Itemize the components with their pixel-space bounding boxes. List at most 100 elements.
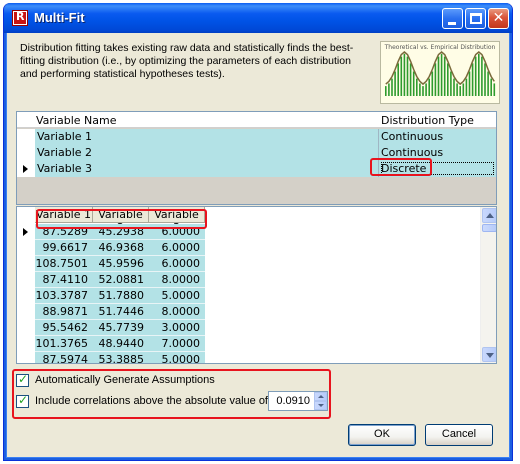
table-cell[interactable]: 87.5974 bbox=[35, 352, 93, 363]
thumbnail-bar bbox=[490, 78, 492, 96]
table-cell[interactable]: 6.0000 bbox=[149, 256, 205, 272]
table-row[interactable]: 99.6617 46.9368 6.0000 bbox=[17, 240, 217, 256]
stepper-up-button[interactable] bbox=[314, 392, 327, 401]
correlations-option[interactable]: Include correlations above the absolute … bbox=[16, 393, 268, 409]
thumbnail-bar bbox=[471, 63, 474, 96]
table-cell[interactable]: 103.3787 bbox=[35, 288, 93, 304]
distribution-type-cell[interactable]: Continuous bbox=[379, 145, 496, 161]
thumbnail-bar bbox=[481, 56, 483, 96]
table-row[interactable]: 108.7501 45.9596 6.0000 bbox=[17, 256, 217, 272]
table-row[interactable]: 95.5462 45.7739 3.0000 bbox=[17, 320, 217, 336]
row-gutter bbox=[17, 224, 35, 240]
thumbnail-bar bbox=[422, 86, 424, 96]
table-cell[interactable]: 5.0000 bbox=[149, 288, 205, 304]
table-cell[interactable]: 88.9871 bbox=[35, 304, 93, 320]
auto-assumptions-label: Automatically Generate Assumptions bbox=[35, 374, 215, 386]
table-cell[interactable]: 3.0000 bbox=[149, 320, 205, 336]
correlation-threshold-input[interactable] bbox=[269, 392, 313, 410]
auto-assumptions-option[interactable]: Automatically Generate Assumptions bbox=[16, 372, 316, 388]
thumbnail-bar bbox=[391, 78, 393, 96]
data-header-variable-3[interactable]: Variable 3 bbox=[149, 207, 205, 234]
thumbnail-bar bbox=[394, 71, 396, 96]
ok-button[interactable]: OK bbox=[348, 424, 416, 446]
table-cell[interactable]: 7.0000 bbox=[149, 336, 205, 352]
scroll-thumb[interactable] bbox=[482, 224, 496, 232]
row-gutter bbox=[17, 161, 35, 177]
chevron-up-icon bbox=[486, 213, 494, 218]
chevron-down-icon bbox=[486, 353, 494, 358]
correlations-label: Include correlations above the absolute … bbox=[35, 395, 268, 407]
table-cell[interactable]: 5.0000 bbox=[149, 352, 205, 363]
table-cell[interactable]: 51.7880 bbox=[93, 288, 149, 304]
thumbnail-bar bbox=[409, 63, 412, 96]
column-divider bbox=[378, 129, 379, 177]
variable-name-cell[interactable]: Variable 2 bbox=[35, 145, 378, 161]
maximize-button[interactable] bbox=[465, 8, 486, 29]
thumbnail-bar bbox=[385, 86, 387, 96]
table-cell[interactable]: 8.0000 bbox=[149, 304, 205, 320]
variable-row-1[interactable]: Variable 1 Continuous bbox=[17, 129, 496, 145]
table-cell[interactable]: 52.0881 bbox=[93, 272, 149, 288]
variable-name-cell[interactable]: Variable 1 bbox=[35, 129, 378, 145]
variable-name-cell[interactable]: Variable 3 bbox=[35, 161, 378, 177]
table-row[interactable]: 101.3765 48.9440 7.0000 bbox=[17, 336, 217, 352]
data-header-variable-2[interactable]: Variable 2 bbox=[93, 207, 149, 234]
table-row[interactable]: 103.3787 51.7880 5.0000 bbox=[17, 288, 217, 304]
thumbnail-bar bbox=[453, 78, 455, 96]
table-cell[interactable]: 8.0000 bbox=[149, 272, 205, 288]
table-cell[interactable]: 99.6617 bbox=[35, 240, 93, 256]
table-cell[interactable]: 87.4110 bbox=[35, 272, 93, 288]
table-cell[interactable]: 6.0000 bbox=[149, 240, 205, 256]
correlation-threshold-stepper[interactable] bbox=[268, 391, 328, 411]
scroll-up-button[interactable] bbox=[482, 208, 496, 223]
app-icon bbox=[12, 10, 28, 26]
table-cell[interactable]: 87.5289 bbox=[35, 224, 93, 240]
thumbnail-bar bbox=[478, 54, 480, 96]
thumbnail-bar bbox=[487, 71, 489, 96]
row-gutter bbox=[17, 320, 35, 336]
thumbnail-bar bbox=[440, 54, 443, 96]
table-cell[interactable]: 46.9368 bbox=[93, 240, 149, 256]
table-cell[interactable]: 48.9440 bbox=[93, 336, 149, 352]
close-button[interactable]: ✕ bbox=[488, 8, 509, 29]
distribution-type-cell[interactable]: Discrete bbox=[379, 161, 496, 177]
header-variable-name: Variable Name bbox=[36, 114, 117, 127]
table-cell[interactable]: 51.7446 bbox=[93, 304, 149, 320]
row-gutter bbox=[17, 336, 35, 352]
variable-row-3[interactable]: Variable 3 Discrete bbox=[17, 161, 496, 177]
table-row[interactable]: 88.9871 51.7446 8.0000 bbox=[17, 304, 217, 320]
auto-assumptions-checkbox[interactable] bbox=[16, 372, 29, 387]
stepper-down-button[interactable] bbox=[314, 401, 327, 410]
cancel-button[interactable]: Cancel bbox=[425, 424, 493, 446]
thumbnail-bar bbox=[447, 63, 449, 96]
thumbnail-bar bbox=[484, 63, 486, 96]
title-bar[interactable]: Multi-Fit ✕ bbox=[4, 3, 512, 33]
table-row[interactable]: 87.4110 52.0881 8.0000 bbox=[17, 272, 217, 288]
table-cell[interactable]: 45.2938 bbox=[93, 224, 149, 240]
table-cell[interactable]: 53.3885 bbox=[93, 352, 149, 363]
table-row[interactable]: 87.5289 45.2938 6.0000 bbox=[17, 224, 217, 240]
thumbnail-bar bbox=[437, 56, 440, 96]
minimize-button[interactable] bbox=[442, 8, 463, 29]
variable-row-2[interactable]: Variable 2 Continuous bbox=[17, 145, 496, 161]
correlations-checkbox[interactable] bbox=[16, 393, 29, 408]
thumbnail-bar bbox=[431, 71, 434, 96]
table-cell[interactable]: 101.3765 bbox=[35, 336, 93, 352]
table-cell[interactable]: 108.7501 bbox=[35, 256, 93, 272]
data-grid-scrollbar[interactable] bbox=[480, 207, 496, 363]
distribution-type-cell[interactable]: Continuous bbox=[379, 129, 496, 145]
table-cell[interactable]: 6.0000 bbox=[149, 224, 205, 240]
table-cell[interactable]: 95.5462 bbox=[35, 320, 93, 336]
scroll-down-button[interactable] bbox=[482, 347, 496, 362]
row-gutter bbox=[17, 256, 35, 272]
table-cell[interactable]: 45.9596 bbox=[93, 256, 149, 272]
table-cell[interactable]: 45.7739 bbox=[93, 320, 149, 336]
minimize-icon bbox=[448, 22, 456, 25]
current-row-icon bbox=[23, 228, 28, 236]
data-header-variable-1[interactable]: Variable 1 bbox=[35, 207, 93, 223]
row-gutter bbox=[17, 304, 35, 320]
maximize-icon bbox=[470, 13, 482, 24]
table-row[interactable]: 87.5974 53.3885 5.0000 bbox=[17, 352, 217, 363]
chevron-up-icon bbox=[318, 395, 324, 398]
close-icon: ✕ bbox=[492, 10, 505, 26]
